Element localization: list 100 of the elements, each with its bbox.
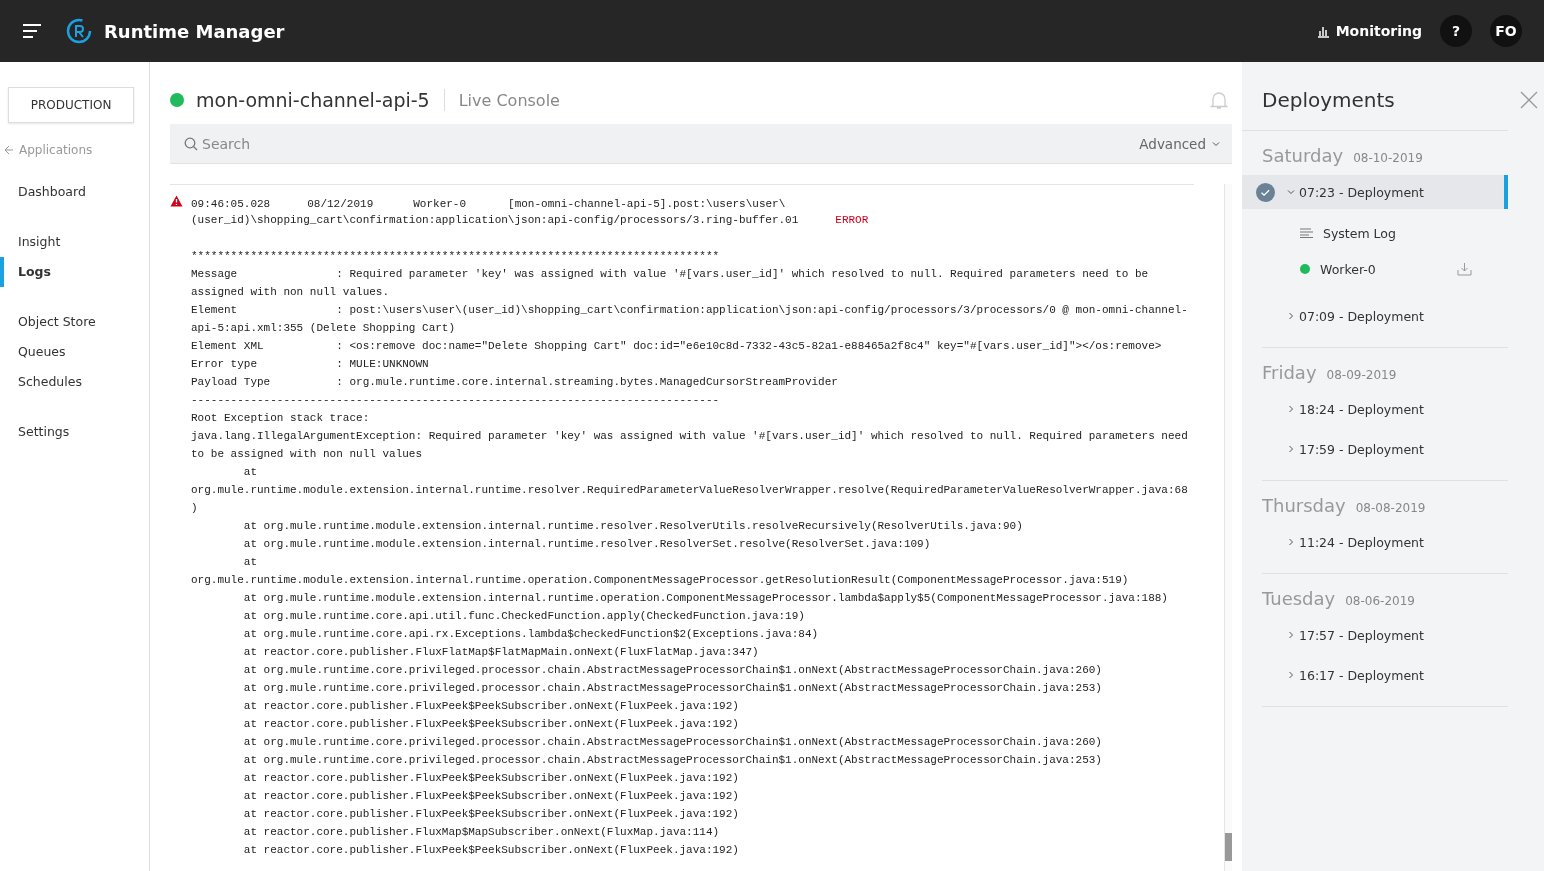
log-source: (user_id)\shopping_cart\confirmation:application\json:api-config/processors/3.ring-buffer.01 <box>191 213 799 227</box>
search-field[interactable]: Search Advanced <box>170 124 1232 164</box>
application-name: mon-omni-channel-api-5 <box>196 89 445 111</box>
chevron-right-icon <box>1287 405 1295 413</box>
download-icon[interactable] <box>1457 262 1472 276</box>
log-line: at <box>242 465 258 480</box>
worker-link[interactable]: Worker-0 <box>1320 261 1376 277</box>
log-line: Element : post:\users\user\(user_id)\shopping_cart\confirmation:application\json:api-config/processors/3/processors/0 @ mon-omni-channel- <box>191 303 1189 318</box>
log-line: org.mule.runtime.module.extension.internal.runtime.resolver.RequiredParameterValueResolverWrapper.resolve(RequiredParameterValueResolverWrapper.java:68 <box>191 483 1189 498</box>
log-worker: Worker-0 <box>413 197 467 211</box>
view-title: Live Console <box>458 90 560 110</box>
log-line: ******************************************************************************** <box>191 249 721 264</box>
log-line: java.lang.IllegalArgumentException: Required parameter 'key' was assigned with value '#[vars.user_id]' which resolved to null. Required parameters need <box>191 429 1189 444</box>
deployment-row[interactable]: 17:59 - Deployment <box>1242 432 1508 466</box>
deployment-link[interactable]: 07:09 - Deployment <box>1287 308 1424 324</box>
deployment-link[interactable]: 07:23 - Deployment <box>1287 184 1424 200</box>
day-name: Friday <box>1262 362 1317 383</box>
system-log-link[interactable]: System Log <box>1323 225 1396 241</box>
scrollbar[interactable] <box>1224 184 1232 871</box>
log-line: api-5:api.xml:355 (Delete Shopping Cart) <box>191 321 457 336</box>
log-line: at reactor.core.publisher.FluxPeek$PeekSubscriber.onNext(FluxPeek.java:192) <box>242 717 740 732</box>
help-button[interactable]: ? <box>1440 15 1472 47</box>
day-date: 08-10-2019 <box>1353 151 1423 165</box>
deployment-row[interactable]: 07:09 - Deployment <box>1242 299 1508 333</box>
log-line: assigned with non null values. <box>191 285 391 300</box>
user-avatar[interactable]: FO <box>1490 15 1522 47</box>
deployment-row[interactable]: 16:17 - Deployment <box>1242 658 1508 692</box>
log-line: at <box>242 555 258 570</box>
deployment-link[interactable]: 16:17 - Deployment <box>1287 667 1424 683</box>
deployment-row[interactable]: 07:23 - Deployment <box>1242 175 1508 209</box>
log-line: -------------------------------------------------------------------------------- <box>191 393 721 408</box>
day-name: Thursday <box>1262 495 1346 516</box>
log-line: at reactor.core.publisher.FluxMap$MapSubscriber.onNext(FluxMap.java:114) <box>242 825 721 840</box>
log-line: at reactor.core.publisher.FluxPeek$PeekSubscriber.onNext(FluxPeek.java:192) <box>242 789 740 804</box>
bell-icon[interactable] <box>1210 90 1228 110</box>
close-icon[interactable] <box>1520 91 1538 109</box>
environment-button[interactable]: PRODUCTION <box>8 87 134 123</box>
log-level: ERROR <box>835 213 869 227</box>
nav-item[interactable]: Settings <box>0 417 149 447</box>
nav-item[interactable]: Schedules <box>0 367 149 397</box>
deployment-link[interactable]: 18:24 - Deployment <box>1287 401 1424 417</box>
nav-item[interactable]: Logs <box>0 257 149 287</box>
chevron-right-icon <box>1287 631 1295 639</box>
log-line: at reactor.core.publisher.FluxPeek$PeekSubscriber.onNext(FluxPeek.java:192) <box>242 699 740 714</box>
log-line: Message : Required parameter 'key' was assigned with value '#[vars.user_id]' which resolved to null. Required parameters need to be <box>191 267 1150 282</box>
log-source: [mon-omni-channel-api-5].post:\users\user\ <box>508 197 786 211</box>
app-title: Runtime Manager <box>104 20 285 42</box>
day-date: 08-06-2019 <box>1345 594 1415 608</box>
log-line: at reactor.core.publisher.FluxFlatMap$FlatMapMain.onNext(FluxFlatMap.java:347) <box>242 645 760 660</box>
day-date: 08-08-2019 <box>1355 501 1426 515</box>
chevron-right-icon <box>1287 312 1295 320</box>
log-line: at org.mule.runtime.module.extension.internal.runtime.operation.ComponentMessageProcessor.lambda$apply$5(ComponentMessageProcessor.java:188) <box>242 591 1169 606</box>
deployment-link[interactable]: 17:57 - Deployment <box>1287 627 1424 643</box>
log-line: at org.mule.runtime.core.api.rx.Exceptions.lambda$checkedFunction$2(Exceptions.java:84) <box>242 627 820 642</box>
logo-icon <box>66 18 92 44</box>
deployment-row[interactable]: 18:24 - Deployment <box>1242 392 1508 426</box>
log-line: Root Exception stack trace: <box>191 411 371 426</box>
log-time: 09:46:05.028 <box>191 197 271 211</box>
chevron-down-icon <box>1212 139 1220 148</box>
deployment-link[interactable]: 17:59 - Deployment <box>1287 441 1424 457</box>
log-line: org.mule.runtime.module.extension.internal.runtime.operation.ComponentMessageProcessor.getResolutionResult(ComponentMessageProcessor.java:519) <box>191 573 1130 588</box>
day-name: Tuesday <box>1262 588 1336 609</box>
nav-item[interactable]: Queues <box>0 337 149 367</box>
log-line: at org.mule.runtime.core.privileged.processor.chain.AbstractMessageProcessorChain$1.onNext(AbstractMessageProcessorChain.java:260) <box>242 663 1103 678</box>
nav-item[interactable]: Insight <box>0 227 149 257</box>
log-line: Element XML : <os:remove doc:name="Delete Shopping Cart" doc:id="e6e10c8d-7332-43c5-82a1-e88465a2f8c4" key="#[vars.user_id]"></os:remove> <box>191 339 1163 354</box>
chevron-down-icon <box>1287 188 1295 196</box>
log-line: at org.mule.runtime.module.extension.internal.runtime.resolver.ResolverUtils.resolveRecursively(ResolverUtils.java:90) <box>242 519 1024 534</box>
log-line: at org.mule.runtime.core.privileged.processor.chain.AbstractMessageProcessorChain$1.onNext(AbstractMessageProcessorChain.java:253) <box>242 753 1103 768</box>
chevron-right-icon <box>1287 671 1295 679</box>
lines-icon <box>1300 228 1313 238</box>
advanced-dropdown[interactable]: Advanced <box>1139 135 1220 152</box>
log-line: at org.mule.runtime.core.api.util.func.CheckedFunction.apply(CheckedFunction.java:19) <box>242 609 806 624</box>
log-line: at org.mule.runtime.core.privileged.processor.chain.AbstractMessageProcessorChain$1.onNext(AbstractMessageProcessorChain.java:260) <box>242 735 1103 750</box>
log-line: at reactor.core.publisher.FluxPeek$PeekSubscriber.onNext(FluxPeek.java:192) <box>242 807 740 822</box>
check-circle-icon <box>1256 183 1275 202</box>
monitoring-button[interactable]: Monitoring <box>1316 23 1422 39</box>
day-name: Saturday <box>1262 145 1344 166</box>
log-line: Payload Type : org.mule.runtime.core.internal.streaming.bytes.ManagedCursorStreamProvider <box>191 375 839 390</box>
log-line: at reactor.core.publisher.FluxPeek$PeekSubscriber.onNext(FluxPeek.java:192) <box>242 843 740 858</box>
panel-title: Deployments <box>1262 88 1395 112</box>
nav-item[interactable]: Dashboard <box>0 177 149 207</box>
back-arrow-icon <box>4 145 14 155</box>
deployment-link[interactable]: 11:24 - Deployment <box>1287 534 1424 550</box>
log-line: at org.mule.runtime.module.extension.internal.runtime.resolver.ResolverSet.resolve(ResolverSet.java:109) <box>242 537 932 552</box>
chevron-right-icon <box>1287 445 1295 453</box>
log-line: at reactor.core.publisher.FluxPeek$PeekSubscriber.onNext(FluxPeek.java:192) <box>242 771 740 786</box>
warning-icon <box>170 195 183 207</box>
day-date: 08-09-2019 <box>1326 368 1397 382</box>
menu-icon[interactable] <box>22 23 42 39</box>
log-line: Error type : MULE:UNKNOWN <box>191 357 430 372</box>
nav-item[interactable]: Object Store <box>0 307 149 337</box>
log-line: ) <box>191 501 199 516</box>
log-line: to be assigned with non null values <box>191 447 424 462</box>
deployment-row[interactable]: 17:57 - Deployment <box>1242 618 1508 652</box>
search-icon <box>184 136 198 151</box>
log-date: 08/12/2019 <box>307 197 374 211</box>
deployment-row[interactable]: 11:24 - Deployment <box>1242 525 1508 559</box>
chart-icon <box>1316 24 1330 38</box>
chevron-right-icon <box>1287 538 1295 546</box>
